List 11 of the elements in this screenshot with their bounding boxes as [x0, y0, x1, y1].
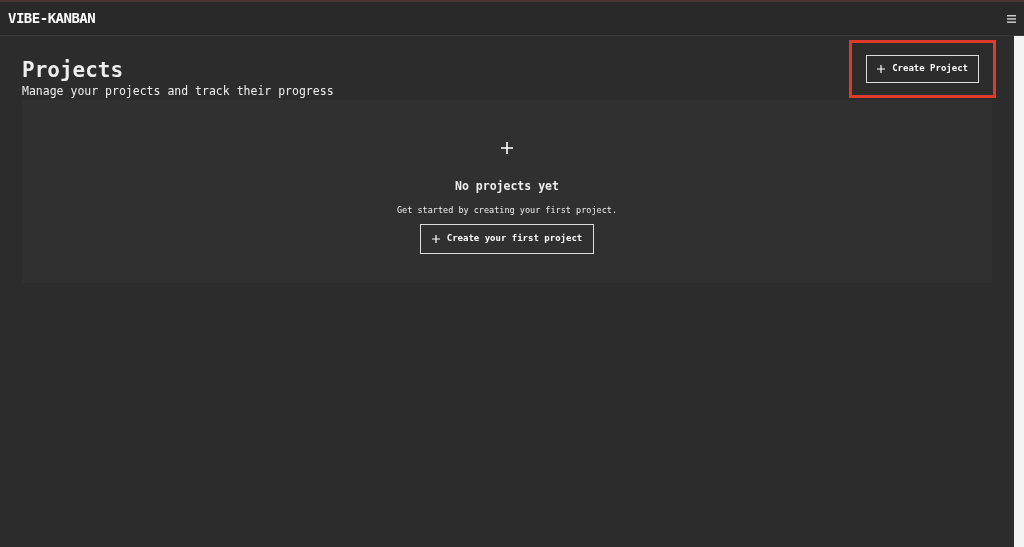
page-subtitle: Manage your projects and track their progress [22, 83, 334, 101]
plus-icon [877, 64, 886, 73]
logo[interactable]: VIBE-KANBAN [8, 8, 96, 29]
page-title: Projects [22, 58, 125, 84]
create-project-button[interactable]: Create Project [866, 55, 979, 83]
menu-icon[interactable] [1007, 14, 1016, 23]
plus-icon [431, 235, 440, 244]
plus-icon [501, 142, 513, 155]
empty-message: Get started by creating your first project. [396, 203, 618, 217]
create-first-project-button[interactable]: Create your first project [419, 224, 595, 254]
empty-title: No projects yet [455, 178, 559, 196]
